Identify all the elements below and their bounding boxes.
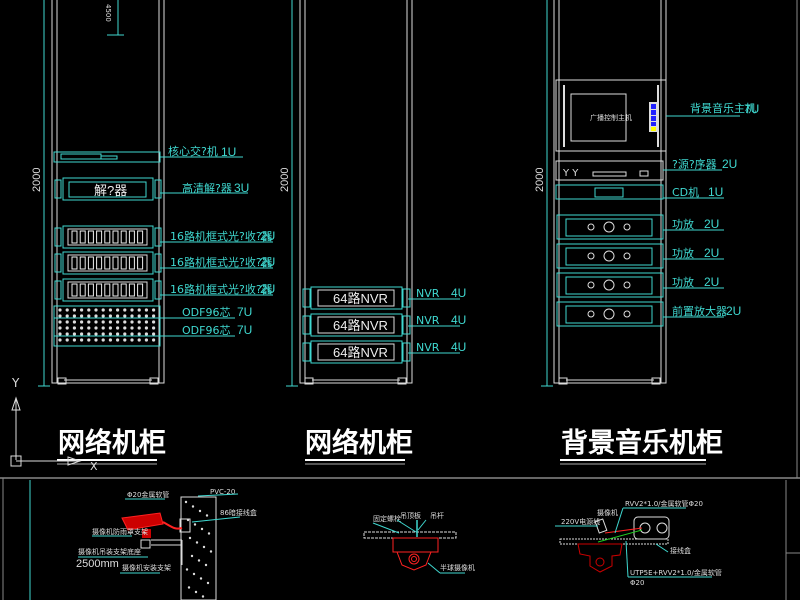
device-label: CD机: [672, 185, 699, 199]
device-units: 2U: [704, 217, 719, 231]
svg-text:摄像机防雨罩支架: 摄像机防雨罩支架: [92, 527, 148, 536]
device-label: 功放: [672, 246, 694, 260]
decoder-panel-text: 解?器: [94, 183, 127, 198]
device-label: ODF96芯: [182, 305, 230, 319]
device-units: 2U: [704, 246, 719, 260]
device-units: 7U: [744, 102, 759, 116]
svg-text:摄像机吊装支架底座: 摄像机吊装支架底座: [78, 547, 141, 556]
cad-drawing-canvas[interactable]: 2000 4500 核心交?机 1U 解?器 高清解?器 3U 16路机框式光?…: [0, 0, 800, 600]
svg-text:接线盒: 接线盒: [670, 546, 691, 555]
svg-text:吊顶板: 吊顶板: [400, 511, 421, 520]
height-dimension: 2000: [534, 168, 546, 192]
device-label: 高清解?器: [182, 181, 232, 195]
svg-text:摄像机: 摄像机: [597, 508, 618, 517]
device-label: NVR: [416, 287, 440, 300]
cabinet-title: 网络机柜: [58, 427, 166, 459]
nvr-panel-text: 64路NVR: [333, 318, 388, 333]
detail-ceiling-camera: RVV2*1.0/金属软管Φ20 220V电源线 摄像机 接线盒 UTP5E+R…: [555, 499, 722, 587]
svg-text:固定螺栓: 固定螺栓: [373, 514, 401, 523]
device-units: 7U: [237, 323, 252, 337]
device-units: 2U: [726, 304, 741, 318]
device-label: NVR: [416, 341, 440, 354]
host-panel-text: 广播控制主机: [590, 113, 632, 122]
nvr-panel-text: 64路NVR: [333, 345, 388, 360]
device-label: ?源?序器: [672, 157, 717, 171]
device-label: 16路机框式光?收?器: [170, 282, 273, 296]
device-units: 4U: [451, 313, 466, 327]
svg-text:Φ20: Φ20: [630, 579, 644, 587]
cabinet-title: 网络机柜: [305, 427, 413, 459]
detail-dome-camera: 固定螺栓 吊顶板 吊杆 半球摄像机: [363, 511, 475, 574]
device-label: 16路机框式光?收?器: [170, 229, 273, 243]
svg-text:UTP5E+RVV2*1.0/金属软管: UTP5E+RVV2*1.0/金属软管: [630, 568, 722, 577]
device-units: 1U: [708, 185, 723, 199]
device-units: 2U: [260, 282, 275, 296]
cabinet-network-1: 2000 4500 核心交?机 1U 解?器 高清解?器 3U 16路机框式光?…: [31, 0, 275, 387]
svg-text:4500: 4500: [104, 4, 112, 22]
device-units: 4U: [451, 340, 466, 354]
svg-text:摄像机安装支架: 摄像机安装支架: [122, 563, 171, 572]
nvr-panel-text: 64路NVR: [333, 291, 388, 306]
device-label: NVR: [416, 314, 440, 327]
svg-text:X: X: [90, 460, 98, 473]
svg-text:Φ20金属软管: Φ20金属软管: [127, 490, 169, 499]
svg-text:RVV2*1.0/金属软管Φ20: RVV2*1.0/金属软管Φ20: [625, 499, 703, 508]
svg-text:86暗接线盒: 86暗接线盒: [220, 508, 257, 517]
svg-text:Y: Y: [11, 376, 20, 390]
cabinet-title: 背景音乐机柜: [561, 427, 723, 459]
svg-text:吊杆: 吊杆: [430, 511, 444, 520]
device-label: 功放: [672, 275, 694, 289]
cabinet-network-2: 2000 64路NVR NVR 4U 64路NVR NVR 4U 64路NVR NVR 4U: [279, 0, 466, 387]
device-label: 前置放大器: [672, 304, 727, 318]
svg-text:2500mm: 2500mm: [76, 558, 119, 570]
device-units: 1U: [221, 145, 236, 159]
device-odf-panel[interactable]: [53, 305, 161, 347]
device-units: 2U: [722, 157, 737, 171]
cabinet-background-music: 2000 广播控制主机 背景音乐主机 7U Y Y ?源?序器 2U CD机 1…: [534, 0, 759, 387]
height-dimension: 2000: [31, 168, 43, 192]
height-dimension: 2000: [279, 168, 291, 192]
svg-text:半球摄像机: 半球摄像机: [440, 563, 475, 572]
device-units: 3U: [234, 181, 249, 195]
device-units: 2U: [260, 255, 275, 269]
device-units: 7U: [237, 305, 252, 319]
device-units: 2U: [704, 275, 719, 289]
svg-text:Y Y: Y Y: [562, 168, 579, 179]
device-label: 功放: [672, 217, 694, 231]
detail-wall-camera: Φ20金属软管 PVC-20 86暗接线盒 摄像机防雨罩支架 摄像机吊装支架底座…: [76, 488, 257, 600]
device-units: 2U: [260, 229, 275, 243]
device-label: 核心交?机: [168, 144, 218, 158]
device-label: ODF96芯: [182, 323, 230, 337]
svg-text:220V电源线: 220V电源线: [561, 517, 600, 526]
device-label: 16路机框式光?收?器: [170, 255, 273, 269]
device-units: 4U: [451, 286, 466, 300]
